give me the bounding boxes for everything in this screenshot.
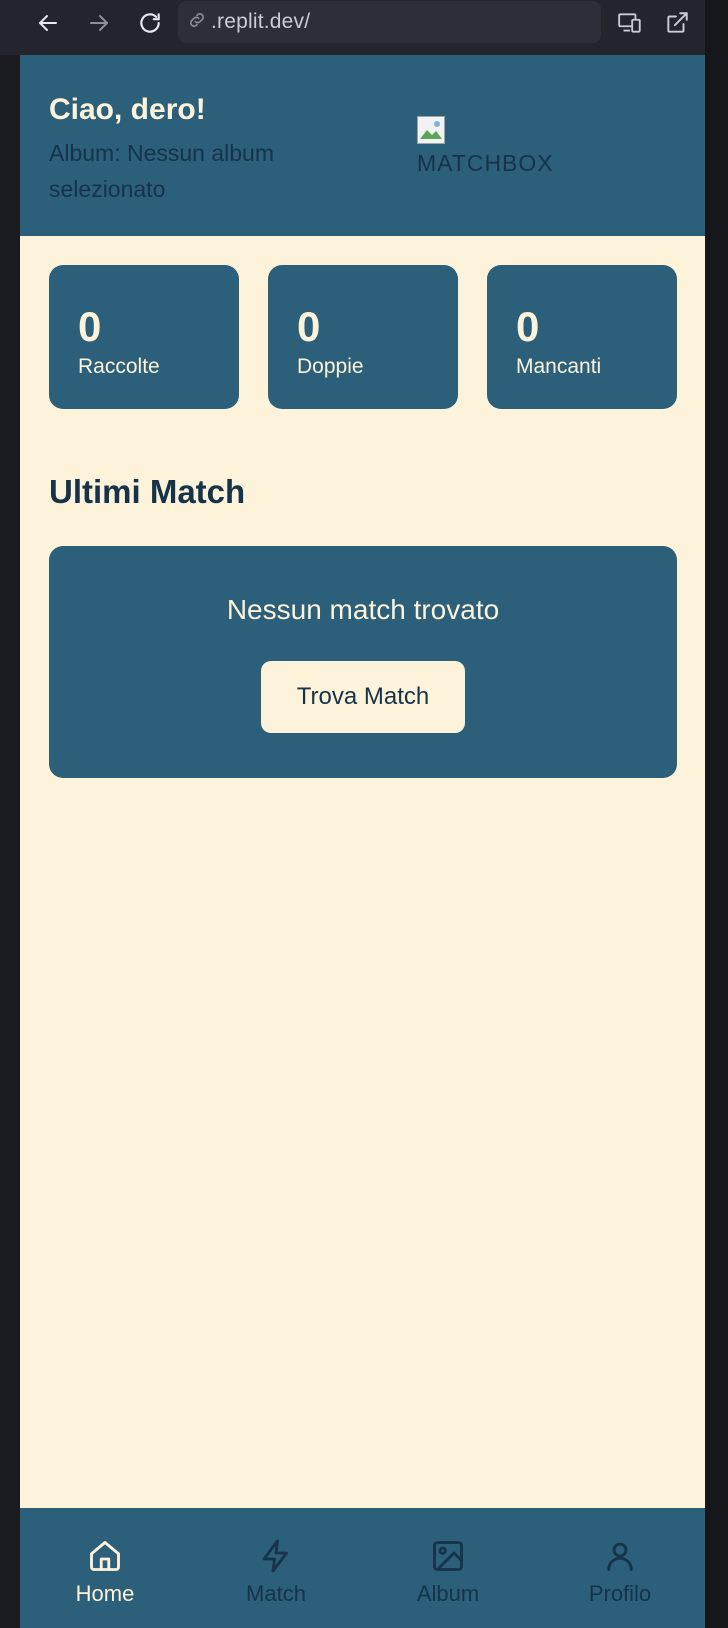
back-button[interactable] [33,8,63,38]
home-icon [87,1537,123,1575]
device-toggle-button[interactable] [615,8,645,38]
arrow-left-icon [39,15,57,31]
section-title-ultimi-match: Ultimi Match [49,473,246,510]
album-label: Album: Nessun album selezionato [49,140,274,202]
open-external-button[interactable] [662,8,692,38]
stat-card-doppie: 0 Doppie [268,265,458,409]
stat-card-mancanti: 0 Mancanti [487,265,677,409]
url-text: .replit.dev/ [211,10,311,33]
match-empty-card: Nessun match trovato Trova Match [49,546,677,778]
scrollbar-track[interactable] [705,0,728,1628]
bottom-navigation: Home Match Album Profilo [20,1508,705,1628]
arrow-right-icon [90,15,108,31]
logo: MATCHBOX [417,116,587,174]
link-icon [187,10,207,35]
broken-image-icon [417,116,445,144]
stat-label: Mancanti [516,355,602,378]
user-icon [602,1537,638,1575]
address-bar[interactable]: .replit.dev/ [178,1,601,43]
empty-message: Nessun match trovato [226,594,500,625]
stat-label: Doppie [297,355,364,378]
nav-label: Home [75,1581,135,1606]
devices-icon [618,13,641,33]
browser-toolbar: .replit.dev/ [0,0,728,55]
image-icon [430,1537,466,1575]
stat-value: 0 [516,303,540,350]
nav-label: Match [246,1581,306,1606]
stat-label: Raccolte [78,355,160,378]
nav-label: Profilo [588,1581,652,1606]
find-match-button[interactable]: Trova Match [261,661,465,733]
logo-alt-text: MATCHBOX [417,150,554,174]
reload-icon [140,13,160,33]
nav-item-home[interactable]: Home [35,1508,175,1628]
stat-value: 0 [78,303,102,350]
stat-value: 0 [297,303,321,350]
app-viewport: Ciao, dero! Album: Nessun album selezion… [20,55,705,1628]
app-header: Ciao, dero! Album: Nessun album selezion… [20,55,705,236]
bolt-icon [258,1537,294,1575]
nav-label: Album [416,1581,480,1606]
stat-card-raccolte: 0 Raccolte [49,265,239,409]
external-link-icon [667,12,688,33]
nav-item-match[interactable]: Match [206,1508,346,1628]
forward-button[interactable] [84,8,114,38]
greeting-title: Ciao, dero! [49,93,206,126]
nav-item-album[interactable]: Album [378,1508,518,1628]
nav-item-profilo[interactable]: Profilo [550,1508,690,1628]
reload-button[interactable] [135,8,165,38]
left-panel-edge [0,55,20,1628]
